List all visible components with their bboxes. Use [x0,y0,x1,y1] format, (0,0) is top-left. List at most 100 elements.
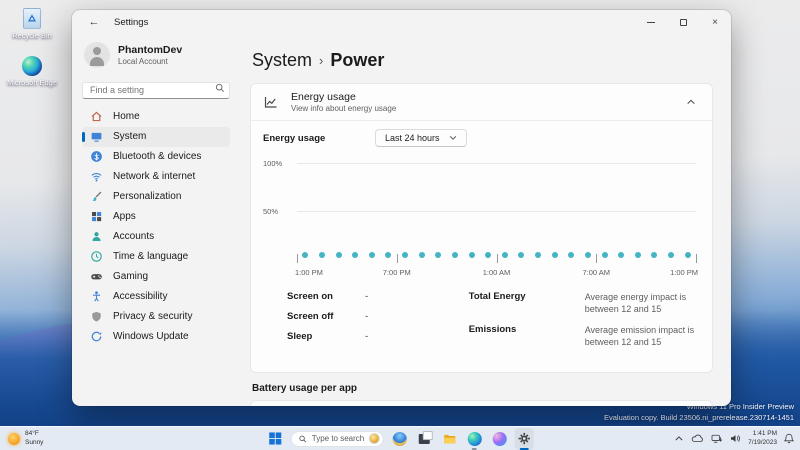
hidden-icons-button[interactable] [674,435,684,442]
folder-icon [444,434,456,444]
close-button[interactable]: × [699,10,731,34]
find-setting-input[interactable] [82,81,230,99]
avatar [84,42,110,68]
sidebar-item-accessibility[interactable]: Accessibility [82,287,230,307]
sidebar-item-home[interactable]: Home [82,107,230,127]
sidebar-nav: Home System Bluetooth & devices Network … [82,107,230,347]
data-point [551,251,558,258]
energy-usage-chart: 100% 50% 1:00 PM 7:00 PM 1:00 AM 7:00 AM 1:0… [263,153,700,281]
breadcrumb-separator: › [319,53,324,68]
data-point [501,251,508,258]
sidebar-item-label: Apps [113,211,136,222]
data-point [318,251,325,258]
settings-button[interactable] [515,427,535,450]
x-axis-label: 1:00 AM [482,268,511,277]
stat-row-emissions: Emissions Average emission impact is bet… [469,324,700,348]
stat-value: - [365,311,369,322]
collapse-button[interactable] [682,94,700,110]
card-title: Energy usage [291,91,356,103]
sidebar-item-accounts[interactable]: Accounts [82,227,230,247]
x-axis-tick [596,254,598,263]
notifications-button[interactable] [783,432,795,445]
onedrive-button[interactable] [690,433,704,444]
x-axis-label: 7:00 AM [582,268,611,277]
sidebar-item-system[interactable]: System [82,126,230,147]
energy-usage-header[interactable]: Energy usage View info about energy usag… [251,84,712,120]
tray-time: 1:41 PM [752,429,777,437]
energy-controls-row: Energy usage Last 24 hours [251,121,712,151]
card-subtitle: View info about energy usage [291,104,397,113]
system-tray: 1:41 PM 7/19/2023 [674,427,795,450]
stat-row-sleep: Sleep - [287,331,469,342]
edge-icon [467,431,482,446]
desktop-icon-edge[interactable]: Microsoft Edge [7,56,57,87]
sidebar-item-apps[interactable]: Apps [82,207,230,227]
cloud-icon [691,434,703,442]
clock-icon [90,250,103,263]
minimize-button[interactable] [635,10,667,34]
stats-right-column: Total Energy Average energy impact is be… [469,291,700,358]
brush-icon [90,190,103,203]
sidebar-item-bluetooth-devices[interactable]: Bluetooth & devices [82,147,230,167]
widgets-button[interactable]: 84°F Sunny [8,427,43,450]
task-view-button[interactable] [415,428,434,450]
data-point [385,251,392,258]
maximize-icon [679,18,687,26]
tray-date: 7/19/2023 [748,438,777,446]
user-account-type: Local Account [118,57,168,66]
sidebar-item-label: Accessibility [113,291,168,302]
data-point [451,251,458,258]
taskbar-search[interactable]: Type to search [290,430,385,447]
back-button[interactable]: ← [84,13,104,31]
pinned-app-button[interactable] [390,428,409,450]
page-title: Power [330,50,385,70]
file-explorer-button[interactable] [440,428,459,450]
stat-value: - [365,331,369,342]
energy-usage-card: Energy usage View info about energy usag… [250,83,713,373]
start-button[interactable] [266,428,285,450]
data-point [668,251,675,258]
sidebar-search [82,80,230,99]
display-icon [90,130,103,143]
sidebar-item-personalization[interactable]: Personalization [82,187,230,207]
copilot-button[interactable] [490,428,509,450]
user-account[interactable]: PhantomDev Local Account [82,36,230,78]
sidebar-item-label: Privacy & security [113,311,193,322]
sidebar-item-gaming[interactable]: Gaming [82,267,230,287]
stat-label: Emissions [468,324,517,336]
network-display-icon [711,434,723,443]
sidebar-item-label: Network & internet [113,171,196,182]
sidebar-item-time-language[interactable]: Time & language [82,247,230,267]
gear-icon [519,432,531,445]
clock[interactable]: 1:41 PM 7/19/2023 [748,430,777,448]
sidebar-item-windows-update[interactable]: Windows Update [82,327,230,347]
desktop-icon-recycle-bin[interactable]: Recycle Bin [12,8,52,40]
time-range-dropdown[interactable]: Last 24 hours [375,129,467,147]
taskbar: 84°F Sunny Type to search 1:41 PM 7/19/2… [0,426,800,450]
data-point [402,251,409,258]
breadcrumb-system[interactable]: System [252,50,312,70]
data-point [584,251,591,258]
volume-button[interactable] [729,433,742,444]
user-name: PhantomDev [118,44,183,56]
sidebar-item-network-internet[interactable]: Network & internet [82,167,230,187]
data-point [418,251,425,258]
edge-button[interactable] [465,428,484,450]
bell-icon [784,433,794,444]
gamepad-icon [90,270,103,283]
maximize-button[interactable] [667,10,699,34]
x-axis-tick [396,254,398,263]
network-button[interactable] [710,433,723,444]
time-range-value: Last 24 hours [385,133,440,143]
battery-usage-heading: Battery usage per app [252,382,358,394]
chevron-down-icon [449,136,456,140]
chevron-up-icon [687,99,695,105]
sidebar-item-label: Windows Update [113,331,189,342]
sidebar-item-privacy-security[interactable]: Privacy & security [82,307,230,327]
windows-logo-icon [269,432,282,445]
data-point [468,251,475,258]
stat-label: Total Energy [468,291,526,302]
window-body: PhantomDev Local Account Home System [72,34,731,406]
accessibility-icon [90,290,103,303]
weather-condition: Sunny [25,438,44,446]
